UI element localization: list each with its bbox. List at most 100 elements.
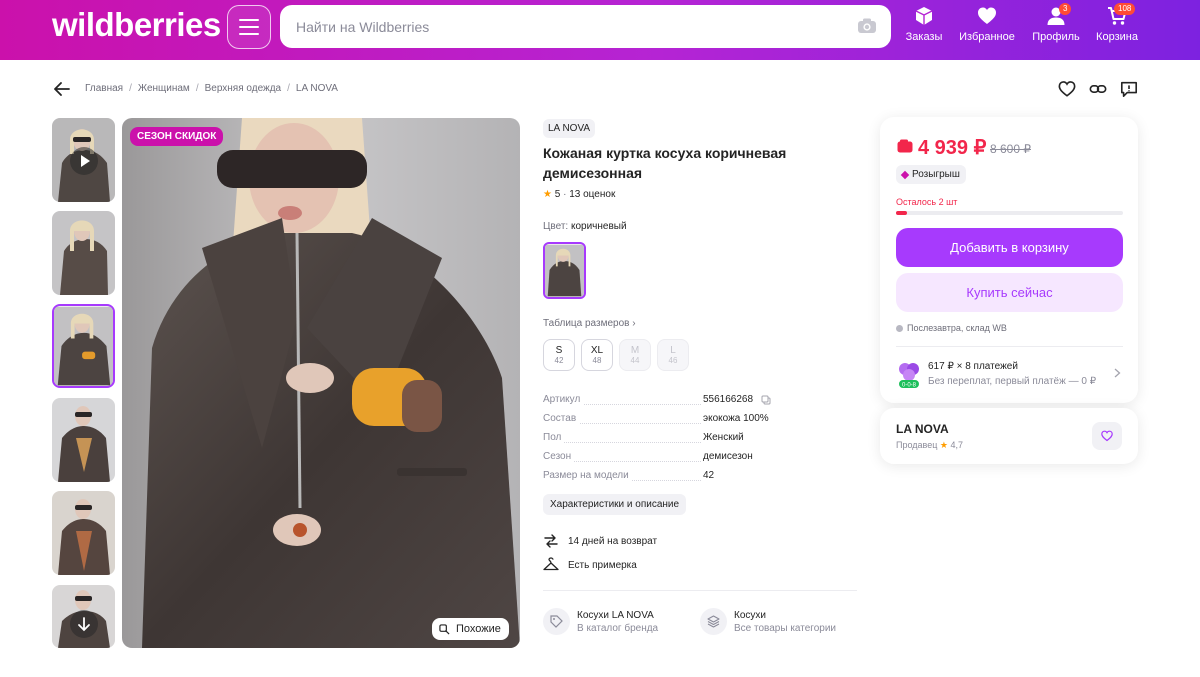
menu-icon xyxy=(239,33,259,35)
similar-button[interactable]: Похожие xyxy=(432,618,509,640)
nav-orders-label: Заказы xyxy=(905,31,943,43)
seller-label: Продавец xyxy=(896,440,938,450)
seller-meta: Продавец ★ 4,7 xyxy=(896,440,963,451)
color-swatch-brown[interactable] xyxy=(543,242,586,299)
brand-link[interactable]: LA NOVA xyxy=(543,119,596,138)
back-arrow-icon[interactable] xyxy=(54,82,70,96)
old-price: 8 600 ₽ xyxy=(990,142,1031,156)
gallery-thumb-active[interactable] xyxy=(52,304,115,388)
wildberries-logo[interactable]: wildberries xyxy=(52,6,221,44)
heart-outline-icon xyxy=(1101,430,1113,442)
size-table-link[interactable]: Таблица размеров › xyxy=(543,318,636,329)
menu-button[interactable] xyxy=(227,5,271,49)
seller-favorite-button[interactable] xyxy=(1092,422,1122,450)
camera-icon[interactable] xyxy=(857,18,877,34)
nav-orders[interactable]: Заказы xyxy=(906,6,942,43)
breadcrumb-separator: / xyxy=(287,83,290,94)
installment-icon: 0-0-8 xyxy=(899,363,919,389)
heart-outline-icon[interactable] xyxy=(1058,80,1076,98)
spec-row: Артикул 556166268 xyxy=(543,394,773,413)
size-option[interactable]: XL 48 xyxy=(581,339,613,371)
product-actions xyxy=(1058,80,1138,98)
breadcrumb-item[interactable]: Верхняя одежда xyxy=(205,83,282,94)
play-icon[interactable] xyxy=(70,147,98,175)
reviews-count: 13 оценок xyxy=(569,189,616,200)
box-icon xyxy=(915,7,933,25)
menu-icon xyxy=(239,19,259,21)
seller-rating: 4,7 xyxy=(950,440,964,450)
main-product-photo[interactable] xyxy=(122,118,520,648)
size-selector: S 42 XL 48 M 44 L 46 xyxy=(543,339,689,371)
delivery-info: Послезавтра, склад WB xyxy=(896,323,1007,333)
report-icon[interactable] xyxy=(1120,80,1138,98)
menu-icon xyxy=(239,26,259,28)
similar-icon xyxy=(439,624,450,635)
layers-icon xyxy=(700,608,727,635)
link-icon[interactable] xyxy=(1089,80,1107,98)
delivery-dot-icon xyxy=(896,325,903,332)
product-rating[interactable]: ★ 5 · 13 оценок xyxy=(543,189,615,200)
breadcrumb-item[interactable]: Женщинам xyxy=(138,83,190,94)
rating-value: 5 xyxy=(554,189,561,200)
spec-value: экокожа 100% xyxy=(703,413,769,424)
raffle-badge[interactable]: Розыгрыш xyxy=(896,165,966,184)
catalog-link-title: Косухи xyxy=(734,610,766,621)
color-label: Цвет: коричневый xyxy=(543,221,627,232)
spec-key: Пол xyxy=(543,432,565,443)
add-to-cart-button[interactable]: Добавить в корзину xyxy=(896,228,1123,267)
color-label-text: Цвет: xyxy=(543,221,569,232)
divider xyxy=(896,346,1123,347)
spec-key: Размер на модели xyxy=(543,470,632,481)
spec-row: Состав экокожа 100% xyxy=(543,413,773,432)
nav-cart-label: Корзина xyxy=(1096,31,1138,43)
installment-title[interactable]: 617 ₽ × 8 платежей xyxy=(928,361,1018,372)
seller-card[interactable]: LA NOVA Продавец ★ 4,7 xyxy=(880,408,1138,464)
thumbnail-image xyxy=(52,398,115,482)
thumbnail-image xyxy=(52,211,115,295)
buy-now-button[interactable]: Купить сейчас xyxy=(896,273,1123,312)
catalog-link-title: Косухи LA NOVA xyxy=(577,610,654,621)
specs-table: Артикул 556166268 Состав экокожа 100% Пол Ж… xyxy=(543,394,773,489)
seller-name[interactable]: LA NOVA xyxy=(896,422,949,436)
gallery-thumb[interactable] xyxy=(52,491,115,575)
gallery-thumb[interactable] xyxy=(52,398,115,482)
characteristics-button[interactable]: Характеристики и описание xyxy=(543,494,687,515)
color-value: коричневый xyxy=(570,221,627,232)
spec-value: Женский xyxy=(703,432,744,443)
spec-row: Сезон демисезон xyxy=(543,451,773,470)
chevron-right-icon[interactable] xyxy=(1114,368,1121,378)
spec-key: Артикул xyxy=(543,394,584,405)
size-ru: 44 xyxy=(630,355,640,365)
size-ru: 48 xyxy=(592,355,602,365)
size-name: S xyxy=(555,344,563,356)
copy-icon[interactable] xyxy=(761,395,771,405)
star-icon: ★ xyxy=(543,189,552,200)
spec-value: демисезон xyxy=(703,451,753,462)
buy-card: 4 939 ₽ 8 600 ₽ Розыгрыш Осталось 2 шт Д… xyxy=(880,117,1138,403)
size-option[interactable]: S 42 xyxy=(543,339,575,371)
size-table-label: Таблица размеров xyxy=(543,318,630,329)
stock-bar xyxy=(896,211,1123,215)
hanger-icon xyxy=(543,557,559,571)
gallery-thumb[interactable] xyxy=(52,211,115,295)
breadcrumb-item[interactable]: LA NOVA xyxy=(296,83,338,94)
spec-row: Размер на модели 42 xyxy=(543,470,773,489)
breadcrumb-separator: / xyxy=(195,83,199,94)
breadcrumb-item[interactable]: Главная xyxy=(85,83,123,94)
size-name: M xyxy=(630,344,640,356)
nav-profile-label: Профиль xyxy=(1032,31,1080,43)
nav-profile[interactable]: 3 Профиль xyxy=(1032,3,1080,43)
nav-cart[interactable]: 108 Корзина xyxy=(1095,3,1139,43)
profile-badge: 3 xyxy=(1059,3,1072,15)
nav-favorites[interactable]: Избранное xyxy=(959,6,1015,43)
current-price: 4 939 ₽ xyxy=(918,137,987,159)
search-input[interactable] xyxy=(296,5,836,48)
return-arrows-icon xyxy=(544,534,558,548)
fitting-label: Есть примерка xyxy=(568,560,637,571)
star-icon: ★ xyxy=(939,440,948,450)
product-image xyxy=(122,118,520,648)
scroll-down-icon[interactable] xyxy=(70,610,98,638)
spec-key: Состав xyxy=(543,413,580,424)
breadcrumb: Главная / Женщинам / Верхняя одежда / LA NO… xyxy=(85,83,338,94)
size-ru: 46 xyxy=(668,355,678,365)
